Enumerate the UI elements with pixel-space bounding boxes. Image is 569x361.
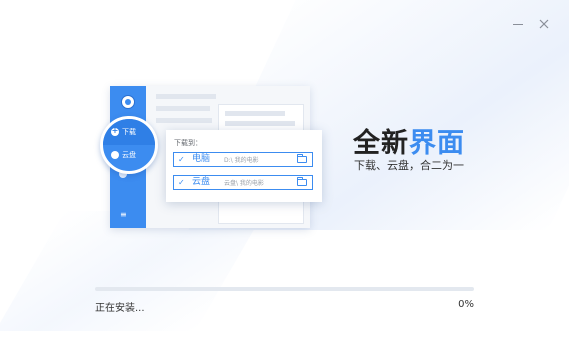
headline-part1: 全新 — [353, 128, 409, 159]
download-option-computer: ✓ 电脑 D:\ 我的电影 — [173, 152, 313, 167]
headline-subtitle: 下载、云盘，合二为一 — [354, 159, 464, 172]
download-icon — [111, 126, 119, 136]
download-option-cloud: ✓ 云盘 云盘\ 我的电影 — [173, 175, 313, 190]
mockup-line — [156, 94, 216, 99]
check-icon: ✓ — [178, 178, 185, 187]
check-icon: ✓ — [178, 155, 185, 164]
bubble-download-label: 下载 — [122, 128, 136, 136]
option-path: 云盘\ 我的电影 — [224, 180, 264, 187]
cloud-icon — [111, 151, 119, 159]
option-label: 电脑 — [192, 154, 211, 164]
headline: 全新界面 — [353, 121, 465, 160]
installer-window: ≡ 下载 云盘 下载到： ✓ 电脑 D:\ — [0, 0, 569, 361]
feature-illustration: ≡ 下载 云盘 下载到： ✓ 电脑 D:\ — [100, 86, 322, 228]
option-label: 云盘 — [192, 177, 211, 187]
close-button[interactable] — [538, 18, 550, 30]
bubble-cloud-item: 云盘 — [111, 149, 136, 161]
minimize-button[interactable] — [512, 18, 524, 30]
mockup-avatar-icon — [121, 95, 135, 109]
mockup-line — [225, 121, 295, 126]
mockup-menu-icon: ≡ — [120, 210, 127, 219]
folder-icon — [297, 154, 307, 163]
dialog-title: 下载到： — [174, 139, 202, 147]
minimize-icon — [513, 24, 523, 25]
install-status: 正在安装... — [95, 303, 145, 314]
download-to-dialog: 下载到： ✓ 电脑 D:\ 我的电影 ✓ 云盘 云盘\ 我的电影 — [166, 130, 322, 202]
install-percent: 0% — [458, 299, 474, 310]
mockup-line — [225, 111, 285, 116]
folder-icon — [297, 177, 307, 186]
nav-bubble: 下载 云盘 — [100, 116, 158, 174]
bubble-download-item: 下载 — [111, 126, 136, 138]
bubble-cloud-label: 云盘 — [122, 151, 136, 159]
headline-accent: 界面 — [409, 128, 465, 159]
mockup-line — [156, 106, 210, 111]
install-progress-bar — [95, 287, 474, 291]
close-icon — [539, 19, 549, 29]
mockup-line — [156, 118, 212, 123]
option-path: D:\ 我的电影 — [224, 157, 259, 164]
